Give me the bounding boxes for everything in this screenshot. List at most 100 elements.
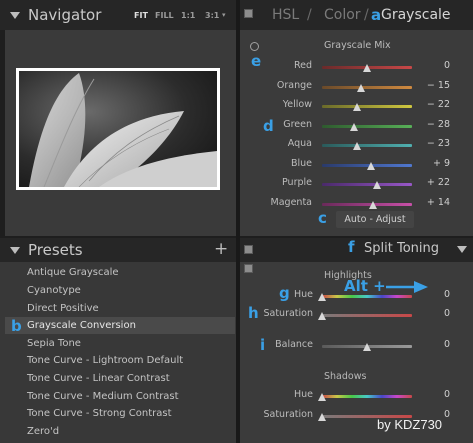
preset-item[interactable]: Tone Curve - Medium Contrast bbox=[5, 388, 235, 405]
tab-color[interactable]: Color bbox=[324, 7, 361, 23]
highlights-saturation-thumb[interactable] bbox=[318, 312, 326, 320]
annotation-c: c bbox=[318, 209, 327, 227]
annotation-d: d bbox=[263, 117, 274, 135]
highlights-hue-track[interactable] bbox=[322, 295, 412, 298]
highlights-saturation-value[interactable]: 0 bbox=[410, 308, 450, 319]
slider-blue-value[interactable]: + 9 bbox=[410, 158, 450, 169]
preset-item[interactable]: Zero'd bbox=[5, 423, 235, 440]
slider-blue-label: Blue bbox=[290, 157, 312, 169]
shadows-title: Shadows bbox=[324, 371, 367, 382]
zoom-1-1[interactable]: 1:1 bbox=[181, 11, 195, 20]
slider-purple-value[interactable]: + 22 bbox=[410, 177, 450, 188]
slider-green-thumb[interactable] bbox=[350, 122, 359, 131]
preset-item[interactable]: Tone Curve - Linear Contrast bbox=[5, 370, 235, 387]
target-adjust-icon[interactable] bbox=[250, 42, 259, 51]
split-toning-header[interactable]: Split Toning bbox=[240, 238, 473, 262]
tab-grayscale[interactable]: Grayscale bbox=[381, 7, 451, 23]
navigator-title: Navigator bbox=[28, 6, 102, 24]
presets-panel: Antique Grayscale Cyanotype Direct Posit… bbox=[0, 262, 236, 443]
annotation-g: g bbox=[279, 284, 290, 302]
annotation-f: f bbox=[348, 238, 355, 256]
annotation-h: h bbox=[248, 304, 259, 322]
slider-yellow-track[interactable] bbox=[322, 105, 412, 108]
preset-item-selected[interactable]: Grayscale Conversion bbox=[5, 317, 235, 334]
annotation-a: a bbox=[371, 6, 382, 24]
balance-thumb[interactable] bbox=[363, 343, 371, 351]
slider-orange-label: Orange bbox=[276, 79, 312, 91]
collapse-triangle-icon[interactable] bbox=[10, 247, 20, 254]
preset-item[interactable]: Antique Grayscale bbox=[5, 264, 235, 281]
slider-green-label: Green bbox=[283, 118, 312, 130]
add-preset-icon[interactable]: + bbox=[214, 239, 228, 259]
tab-hsl[interactable]: HSL bbox=[272, 7, 299, 23]
slider-yellow-value[interactable]: − 22 bbox=[410, 99, 450, 110]
tab-separator: / bbox=[307, 7, 312, 23]
slider-magenta-thumb[interactable] bbox=[369, 200, 378, 209]
panel-switch-icon[interactable] bbox=[244, 245, 253, 254]
shadows-saturation-thumb[interactable] bbox=[318, 413, 326, 421]
auto-adjust-button[interactable]: Auto - Adjust bbox=[336, 211, 414, 228]
slider-yellow-label: Yellow bbox=[282, 99, 312, 110]
slider-red-value[interactable]: 0 bbox=[410, 60, 450, 71]
zoom-dropdown-icon[interactable]: ▾ bbox=[222, 11, 226, 19]
slider-magenta-value[interactable]: + 14 bbox=[410, 197, 450, 208]
slider-aqua-track[interactable] bbox=[322, 144, 412, 147]
slider-orange-thumb[interactable] bbox=[356, 83, 365, 92]
annotation-b: b bbox=[11, 317, 22, 335]
panel-switch-icon[interactable] bbox=[244, 9, 253, 18]
slider-magenta-track[interactable] bbox=[322, 202, 412, 206]
slider-yellow-thumb[interactable] bbox=[353, 103, 362, 111]
presets-title: Presets bbox=[28, 241, 83, 259]
tab-separator: / bbox=[364, 7, 369, 23]
highlights-hue-thumb[interactable] bbox=[318, 293, 326, 301]
slider-purple-thumb[interactable] bbox=[372, 181, 381, 189]
highlights-hue-label: Hue bbox=[293, 289, 313, 300]
section-title: Grayscale Mix bbox=[324, 40, 391, 51]
flower-photo bbox=[19, 71, 217, 187]
shadows-hue-track[interactable] bbox=[322, 395, 412, 398]
collapse-triangle-icon[interactable] bbox=[10, 12, 20, 19]
zoom-fill[interactable]: FILL bbox=[155, 11, 174, 20]
slider-blue-thumb[interactable] bbox=[367, 161, 376, 170]
grayscale-mix-panel: Grayscale Mix Red 0 Orange − 15 Yellow − 22 Gr… bbox=[240, 30, 473, 236]
shadows-hue-label: Hue bbox=[293, 389, 313, 400]
navigator-panel bbox=[5, 30, 236, 236]
zoom-3-1[interactable]: 3:1 bbox=[205, 11, 219, 20]
slider-red-thumb[interactable] bbox=[363, 64, 371, 72]
slider-green-track[interactable] bbox=[322, 124, 412, 128]
credit-text: by KDZ730 bbox=[377, 417, 443, 432]
slider-purple-track[interactable] bbox=[322, 183, 412, 186]
highlights-saturation-track[interactable] bbox=[322, 314, 412, 317]
slider-orange-value[interactable]: − 15 bbox=[410, 80, 450, 91]
preset-item[interactable]: Cyanotype bbox=[5, 282, 235, 299]
shadows-hue-thumb[interactable] bbox=[318, 393, 326, 401]
split-toning-title: Split Toning bbox=[364, 241, 439, 256]
slider-orange-track[interactable] bbox=[322, 85, 412, 89]
slider-magenta-label: Magenta bbox=[270, 196, 312, 208]
balance-label: Balance bbox=[275, 339, 313, 350]
panel-switch-icon[interactable] bbox=[244, 264, 253, 273]
preset-item[interactable]: Tone Curve - Strong Contrast bbox=[5, 405, 235, 422]
slider-red-label: Red bbox=[293, 60, 312, 71]
slider-aqua-thumb[interactable] bbox=[352, 142, 361, 150]
preset-item[interactable]: Tone Curve - Lightroom Default bbox=[5, 352, 235, 369]
annotation-e: e bbox=[251, 52, 262, 70]
shadows-saturation-label: Saturation bbox=[263, 409, 313, 420]
navigator-preview[interactable] bbox=[16, 68, 220, 190]
arrow-right-icon bbox=[386, 281, 428, 293]
zoom-fit[interactable]: FIT bbox=[134, 11, 148, 20]
annotation-i: i bbox=[260, 336, 266, 354]
shadows-hue-value[interactable]: 0 bbox=[410, 389, 450, 400]
slider-green-value[interactable]: − 28 bbox=[410, 119, 450, 130]
slider-aqua-value[interactable]: − 23 bbox=[410, 138, 450, 149]
hsl-header[interactable]: HSL / Color / Grayscale bbox=[240, 0, 473, 30]
navigator-header[interactable]: Navigator FIT FILL 1:1 3:1 ▾ bbox=[0, 0, 236, 30]
highlights-saturation-label: Saturation bbox=[263, 308, 313, 319]
balance-value[interactable]: 0 bbox=[410, 339, 450, 350]
presets-header[interactable]: Presets + bbox=[0, 238, 236, 262]
preset-item[interactable]: Sepia Tone bbox=[5, 335, 235, 352]
annotation-alt: Alt + bbox=[344, 277, 386, 295]
slider-purple-label: Purple bbox=[281, 177, 312, 188]
preset-item[interactable]: Direct Positive bbox=[5, 300, 235, 317]
collapse-triangle-icon[interactable] bbox=[457, 246, 467, 253]
